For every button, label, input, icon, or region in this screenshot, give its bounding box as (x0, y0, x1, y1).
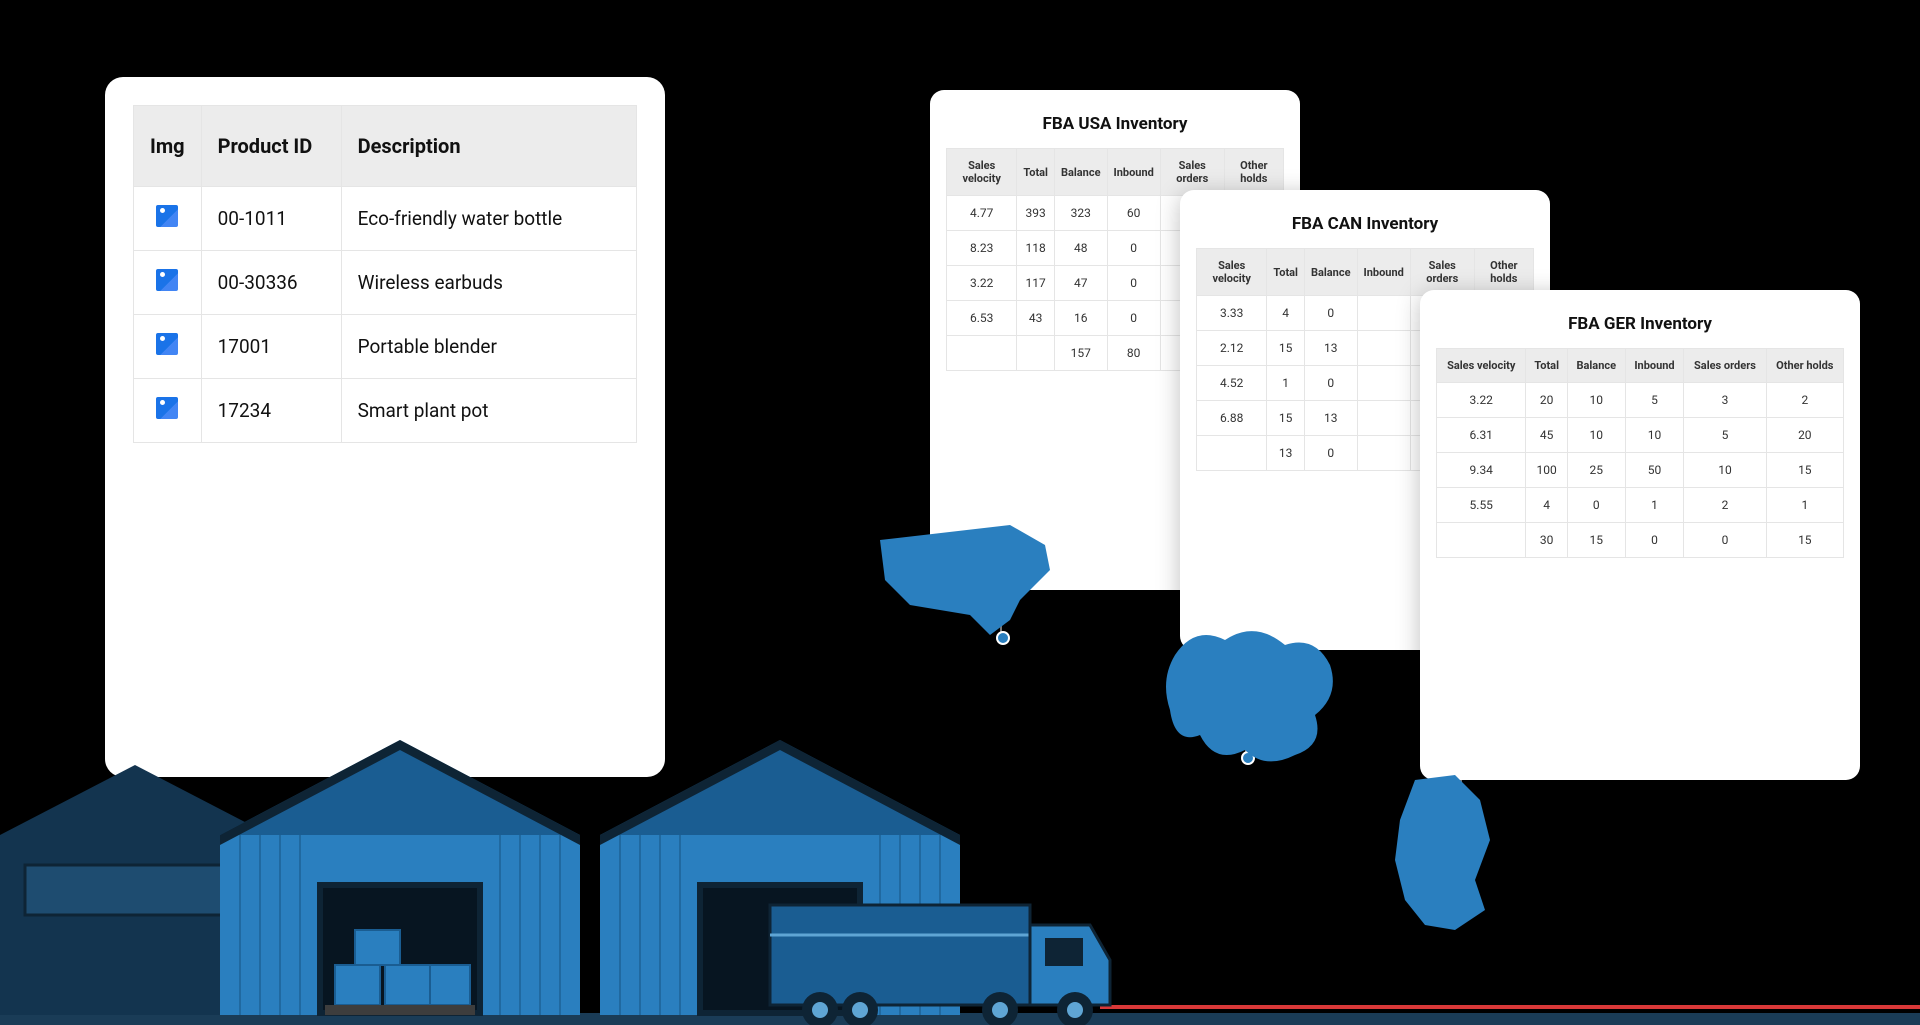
products-card: Img Product ID Description 00-1011 Eco-f… (105, 77, 665, 777)
products-header-pid: Product ID (201, 106, 341, 187)
inventory-card-ger: FBA GER Inventory Sales velocity Total B… (1420, 290, 1860, 780)
inv-header-inbound: Inbound (1357, 249, 1410, 296)
product-id: 17234 (201, 379, 341, 443)
map-germany-icon (1375, 770, 1505, 944)
table-row: 00-1011 Eco-friendly water bottle (134, 187, 637, 251)
inv-header-oh: Other holds (1474, 249, 1533, 296)
inv-header-inbound: Inbound (1107, 149, 1160, 196)
table-row: 9.34 100 25 50 10 15 (1437, 453, 1844, 488)
product-id: 00-30336 (201, 251, 341, 315)
inv-header-balance: Balance (1054, 149, 1107, 196)
table-row: 3.22 20 10 5 3 2 (1437, 383, 1844, 418)
table-row: 5.55 4 0 1 2 1 (1437, 488, 1844, 523)
products-header-img: Img (134, 106, 202, 187)
products-header-desc: Description (341, 106, 636, 187)
inv-header-total: Total (1017, 149, 1055, 196)
product-id: 00-1011 (201, 187, 341, 251)
inv-header-so: Sales orders (1160, 149, 1224, 196)
inv-header-balance: Balance (1304, 249, 1357, 296)
inventory-title: FBA CAN Inventory (1196, 206, 1534, 248)
image-icon (156, 205, 178, 227)
map-canada-icon (1155, 615, 1345, 779)
inv-header-inbound: Inbound (1625, 349, 1684, 383)
inv-header-oh: Other holds (1224, 149, 1283, 196)
inv-header-oh: Other holds (1766, 349, 1843, 383)
product-id: 17001 (201, 315, 341, 379)
image-icon (156, 333, 178, 355)
product-desc: Smart plant pot (341, 379, 636, 443)
table-row: 17001 Portable blender (134, 315, 637, 379)
inv-header-so: Sales orders (1684, 349, 1766, 383)
inventory-title: FBA USA Inventory (946, 106, 1284, 148)
inv-header-sv: Sales velocity (1197, 249, 1267, 296)
inv-header-total: Total (1526, 349, 1567, 383)
image-icon (156, 397, 178, 419)
map-usa-icon (870, 510, 1070, 644)
products-table: Img Product ID Description 00-1011 Eco-f… (133, 105, 637, 443)
table-row: 6.31 45 10 10 5 20 (1437, 418, 1844, 453)
product-desc: Portable blender (341, 315, 636, 379)
inv-header-balance: Balance (1567, 349, 1625, 383)
image-icon (156, 269, 178, 291)
table-row: 00-30336 Wireless earbuds (134, 251, 637, 315)
inv-header-sv: Sales velocity (947, 149, 1017, 196)
table-row: 17234 Smart plant pot (134, 379, 637, 443)
table-row: 30 15 0 0 15 (1437, 523, 1844, 558)
product-desc: Wireless earbuds (341, 251, 636, 315)
inv-header-sv: Sales velocity (1437, 349, 1526, 383)
inventory-title: FBA GER Inventory (1436, 306, 1844, 348)
inv-header-total: Total (1267, 249, 1305, 296)
product-desc: Eco-friendly water bottle (341, 187, 636, 251)
inv-header-so: Sales orders (1410, 249, 1474, 296)
inventory-table-ger: Sales velocity Total Balance Inbound Sal… (1436, 348, 1844, 558)
